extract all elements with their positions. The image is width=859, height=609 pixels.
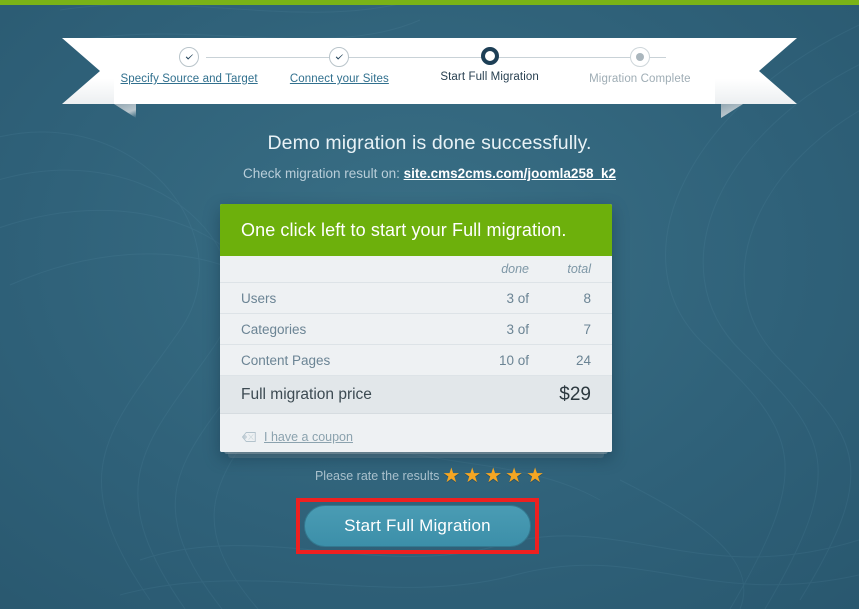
- row-total-value: 24: [575, 352, 591, 368]
- step-status-icon-active: [480, 47, 499, 65]
- start-full-migration-button[interactable]: Start Full Migration: [304, 505, 531, 547]
- rating-star-2[interactable]: ★: [463, 466, 481, 486]
- check-icon: [185, 53, 193, 60]
- row-done-value: 3 of: [506, 321, 529, 337]
- row-entity-name: Content Pages: [241, 352, 331, 368]
- coupon-row[interactable]: I have a coupon: [220, 414, 612, 452]
- card-header-title: One click left to start your Full migrat…: [220, 204, 612, 256]
- row-entity-name: Users: [241, 290, 277, 306]
- ribbon-fold-left: [114, 104, 136, 118]
- migration-summary-card: One click left to start your Full migrat…: [220, 204, 612, 452]
- coupon-link[interactable]: I have a coupon: [264, 430, 353, 444]
- row-total-value: 7: [583, 321, 591, 337]
- stepper-step-label: Start Full Migration: [440, 71, 539, 83]
- migration-result-prefix: Check migration result on:: [243, 166, 400, 181]
- page-background: Specify Source and Target Connect your S…: [0, 0, 859, 609]
- coupon-ticket-icon: [241, 432, 256, 442]
- stepper-items: Specify Source and Target Connect your S…: [114, 38, 715, 104]
- rating-label: Please rate the results: [314, 469, 440, 483]
- stepper-step-label: Migration Complete: [589, 73, 691, 85]
- step-dot-icon: [635, 53, 644, 61]
- rating-star-4[interactable]: ★: [505, 466, 523, 486]
- row-entity-name: Categories: [241, 321, 307, 337]
- stepper-step-label[interactable]: Specify Source and Target: [121, 73, 258, 85]
- table-row: Categories 3 of 7: [220, 314, 612, 345]
- page-title: Demo migration is done successfully.: [267, 132, 592, 154]
- rating-star-5[interactable]: ★: [526, 466, 544, 486]
- price-row: Full migration price $29: [220, 376, 612, 414]
- step-status-icon-done: [179, 47, 200, 67]
- table-row: Content Pages 10 of 24: [220, 345, 612, 376]
- row-total-value: 8: [583, 290, 591, 306]
- table-row: Users 3 of 8: [220, 283, 612, 314]
- step-status-icon-done: [329, 47, 350, 67]
- rating-widget[interactable]: Please rate the results ★ ★ ★ ★ ★: [0, 466, 859, 486]
- stepper-step-migration-complete: Migration Complete: [565, 38, 715, 104]
- progress-stepper-ribbon: Specify Source and Target Connect your S…: [0, 38, 859, 118]
- column-header-total: total: [567, 262, 591, 276]
- top-accent-strip: [0, 0, 859, 5]
- price-label: Full migration price: [241, 385, 372, 403]
- summary-table-header: done total: [220, 256, 612, 283]
- migration-result-line: Check migration result on: site.cms2cms.…: [0, 166, 859, 181]
- stepper-step-start-full-migration: Start Full Migration: [415, 38, 565, 104]
- check-icon: [335, 53, 344, 60]
- stepper-step-specify-source-and-target[interactable]: Specify Source and Target: [114, 38, 264, 104]
- ribbon-fold-right: [721, 104, 743, 118]
- migration-result-link[interactable]: site.cms2cms.com/joomla258_k2: [404, 166, 616, 181]
- row-done-value: 3 of: [506, 290, 529, 306]
- stepper-step-label[interactable]: Connect your Sites: [290, 73, 389, 85]
- step-status-icon-pending: [629, 47, 650, 67]
- rating-star-1[interactable]: ★: [442, 466, 460, 486]
- rating-star-3[interactable]: ★: [484, 466, 502, 486]
- price-value: $29: [559, 383, 591, 405]
- column-header-done: done: [501, 262, 529, 276]
- stepper-step-connect-your-sites[interactable]: Connect your Sites: [264, 38, 414, 104]
- row-done-value: 10 of: [498, 352, 529, 368]
